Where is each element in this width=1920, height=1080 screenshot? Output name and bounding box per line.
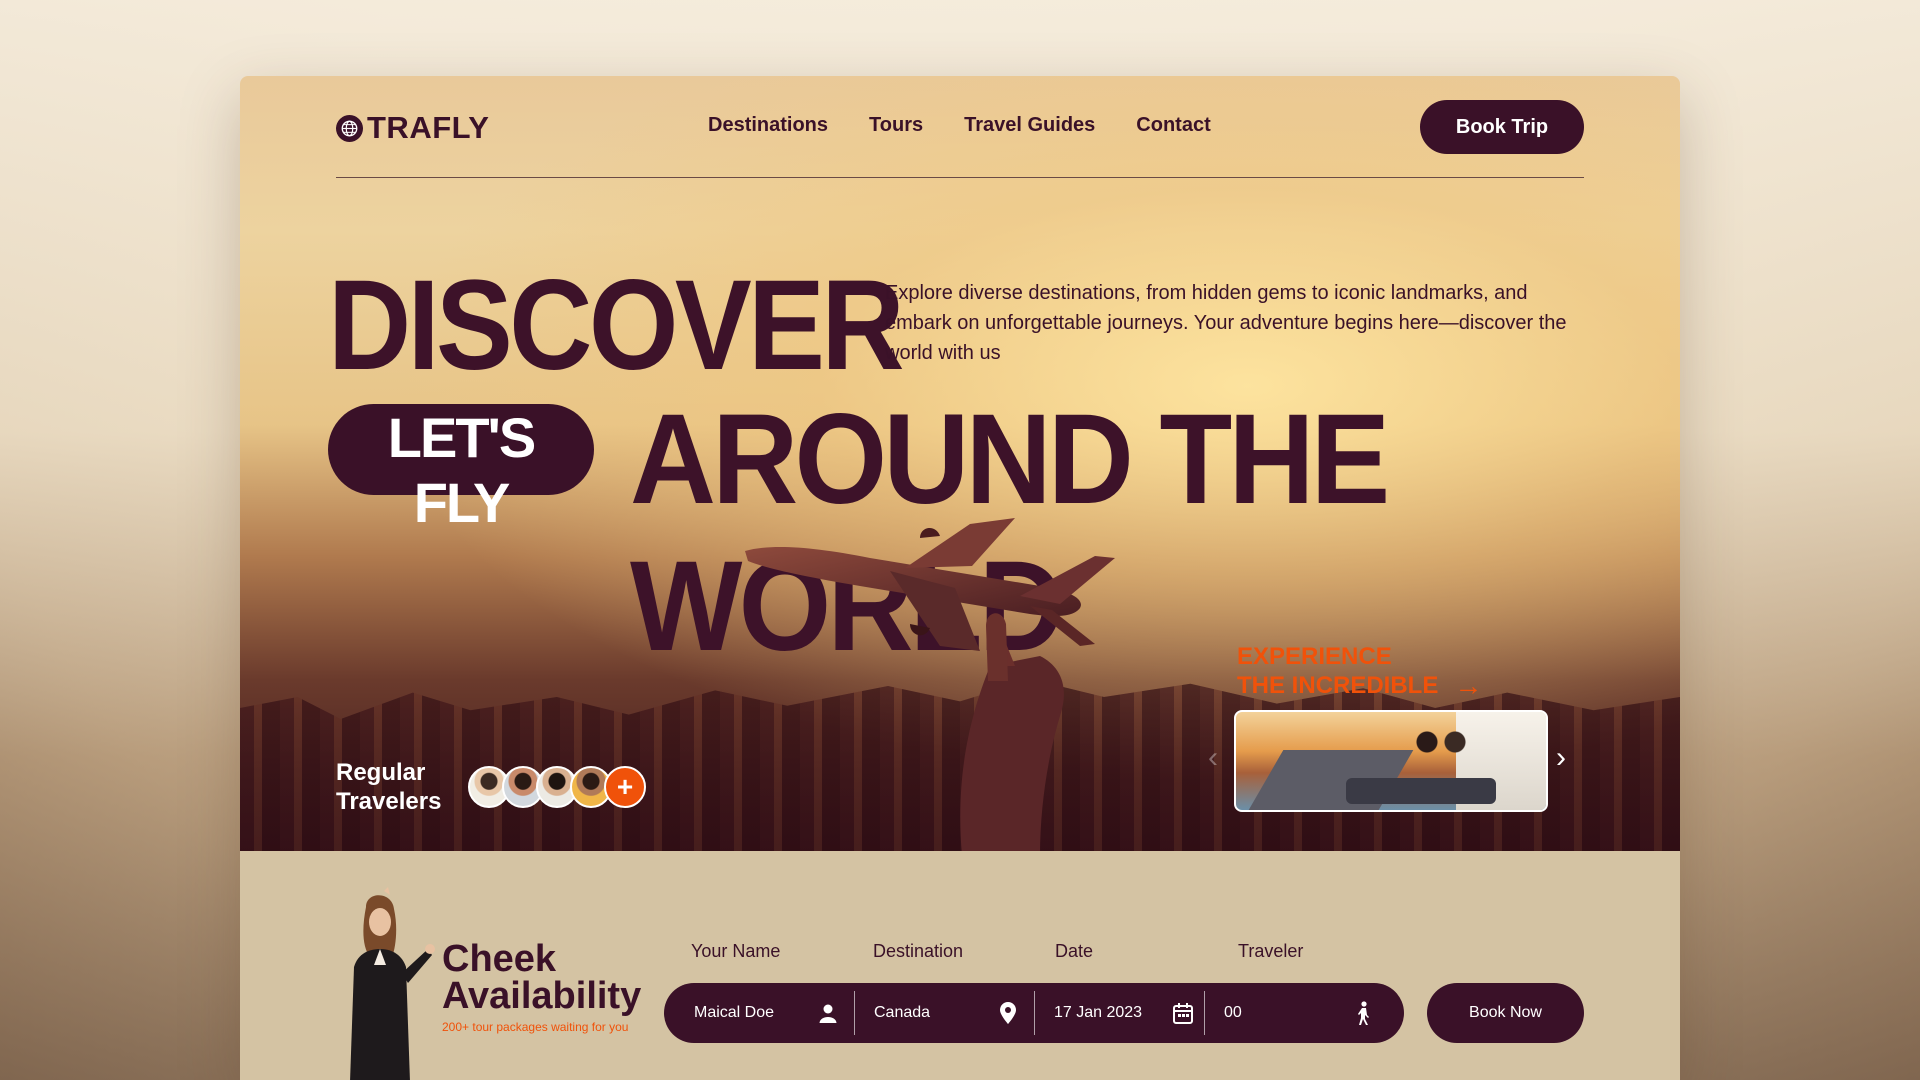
nav-travel-guides[interactable]: Travel Guides <box>964 114 1095 137</box>
traveler-avatars: + <box>468 766 646 808</box>
nav-divider <box>336 177 1584 178</box>
top-nav: TRAFLY Destinations Tours Travel Guides … <box>336 100 1584 154</box>
availability-title: Cheek Availability <box>442 938 642 1017</box>
hero-description: Explore diverse destinations, from hidde… <box>885 282 1567 364</box>
availability-title-line-2: Availability <box>442 975 642 1017</box>
experience-link[interactable]: EXPERIENCE THE INCREDIBLE → <box>1237 642 1482 700</box>
date-value: 17 Jan 2023 <box>1054 1004 1143 1021</box>
chevron-left-icon[interactable]: ‹ <box>1208 743 1228 773</box>
experience-line-2: THE INCREDIBLE <box>1237 672 1439 699</box>
walking-person-icon <box>1358 1001 1369 1025</box>
thumbnail-people <box>1406 724 1476 784</box>
lets-fly-pill[interactable]: LET'S FLY <box>328 404 594 534</box>
main-menu: Destinations Tours Travel Guides Contact <box>708 114 1211 137</box>
airplane-in-hand-image <box>745 518 1115 856</box>
availability-section: Cheek Availability 200+ tour packages wa… <box>240 851 1680 1080</box>
landing-card: TRAFLY Destinations Tours Travel Guides … <box>240 76 1680 1080</box>
regular-travelers-label: Regular Travelers <box>336 758 441 816</box>
label-your-name: Your Name <box>691 941 781 961</box>
destination-field[interactable]: Canada <box>874 983 1004 1043</box>
regular-line-1: Regular <box>336 759 426 786</box>
label-date: Date <box>1055 941 1094 961</box>
brand-logo[interactable]: TRAFLY <box>336 110 489 146</box>
label-traveler: Traveler <box>1238 941 1304 961</box>
label-destination: Destination <box>873 941 964 961</box>
availability-title-line-1: Cheek <box>442 938 557 980</box>
more-travelers-button[interactable]: + <box>604 766 646 808</box>
woman-pointing-image <box>350 887 435 1080</box>
globe-icon <box>336 114 363 142</box>
traveler-value: 00 <box>1224 1004 1242 1021</box>
availability-subtitle: 200+ tour packages waiting for you <box>442 1020 629 1034</box>
nav-tours[interactable]: Tours <box>869 114 923 137</box>
field-divider <box>1204 991 1205 1035</box>
destination-value: Canada <box>874 1004 931 1021</box>
calendar-icon[interactable] <box>1173 1002 1193 1024</box>
availability-form: Maical Doe Canada 17 Jan 2023 00 <box>664 983 1404 1043</box>
experience-thumbnail[interactable] <box>1234 710 1548 812</box>
headline-discover: DISCOVER <box>328 254 905 397</box>
nav-destinations[interactable]: Destinations <box>708 114 828 137</box>
field-divider <box>854 991 855 1035</box>
experience-line-1: EXPERIENCE <box>1237 643 1392 670</box>
brand-name: TRAFLY <box>367 110 490 145</box>
user-icon <box>819 1004 837 1023</box>
arrow-right-icon: → <box>1454 670 1483 701</box>
field-divider <box>1034 991 1035 1035</box>
book-trip-button[interactable]: Book Trip <box>1420 100 1584 154</box>
hero-section: TRAFLY Destinations Tours Travel Guides … <box>240 76 1680 856</box>
name-value: Maical Doe <box>694 1004 775 1021</box>
location-pin-icon <box>1000 1002 1016 1024</box>
nav-contact[interactable]: Contact <box>1136 114 1210 137</box>
regular-line-2: Travelers <box>336 788 442 815</box>
traveler-field[interactable]: 00 <box>1224 983 1324 1043</box>
book-now-button[interactable]: Book Now <box>1427 983 1584 1043</box>
date-field[interactable]: 17 Jan 2023 <box>1054 983 1174 1043</box>
chevron-right-icon[interactable]: › <box>1556 743 1576 773</box>
